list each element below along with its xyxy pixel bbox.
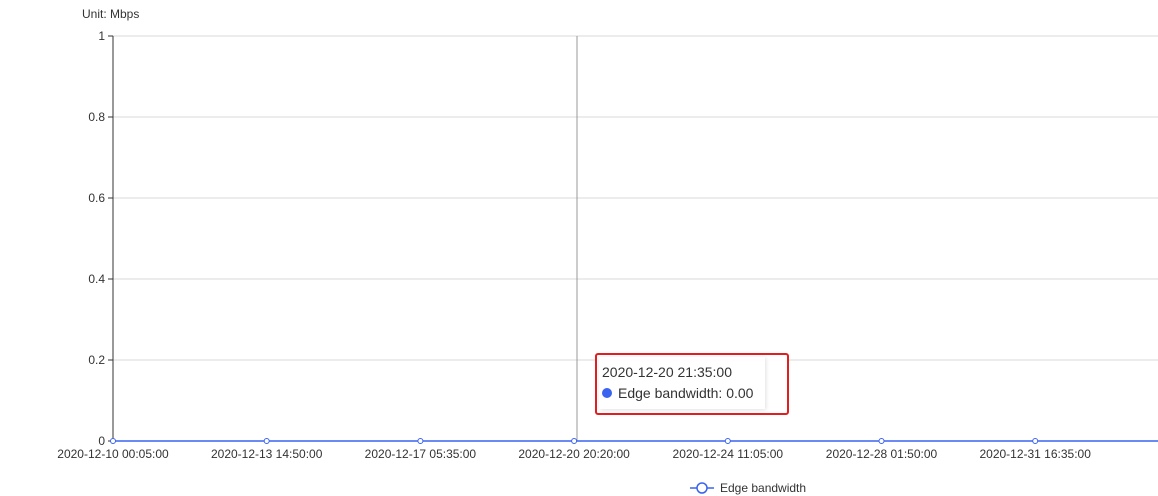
tooltip-title: 2020-12-20 21:35:00 — [602, 364, 732, 380]
data-point — [878, 438, 885, 444]
tooltip-separator: : — [718, 385, 727, 401]
x-tick-label: 2020-12-24 11:05:00 — [673, 447, 784, 461]
tooltip-series-name: Edge bandwidth — [618, 385, 719, 401]
y-tick-label: 0 — [98, 434, 105, 448]
bandwidth-chart: Unit: Mbps 0 0.2 0.4 0.6 0.8 1 2020-12-10 00:0… — [0, 0, 1158, 496]
tooltip-row: Edge bandwidth: 0.00 — [602, 385, 753, 401]
legend[interactable]: Edge bandwidth — [690, 481, 806, 495]
data-point — [110, 438, 116, 444]
tooltip-value: 0.00 — [726, 385, 754, 401]
data-point — [724, 438, 731, 444]
data-point — [263, 438, 270, 444]
x-tick-label: 2020-12-28 01:50:00 — [826, 447, 938, 461]
series-dot-icon — [602, 388, 612, 398]
x-tick-label: 2020-12-10 00:05:00 — [57, 447, 169, 461]
x-tick-label: 2020-12-17 05:35:00 — [365, 447, 477, 461]
y-tick-label: 0.6 — [88, 191, 105, 205]
legend-label: Edge bandwidth — [720, 481, 806, 495]
unit-label: Unit: Mbps — [82, 7, 139, 21]
data-point — [417, 438, 424, 444]
y-tick-label: 0.2 — [88, 353, 105, 367]
chart-canvas: Unit: Mbps 0 0.2 0.4 0.6 0.8 1 2020-12-10 00:0… — [57, 7, 1158, 495]
legend-marker-icon — [696, 482, 708, 494]
y-tick-label: 0.4 — [88, 272, 105, 286]
x-tick-label: 2020-12-31 16:35:00 — [979, 447, 1091, 461]
x-tick-label: 2020-12-20 20:20:00 — [518, 447, 630, 461]
data-point — [1032, 438, 1039, 444]
y-tick-label: 1 — [98, 29, 105, 43]
y-tick-label: 0.8 — [88, 110, 105, 124]
x-tick-label: 2020-12-13 14:50:00 — [211, 447, 323, 461]
series-layer — [110, 438, 1158, 444]
grid-lines — [113, 35, 1158, 361]
data-point — [571, 438, 578, 444]
tooltip: 2020-12-20 21:35:00 Edge bandwidth: 0.00 — [595, 353, 789, 415]
